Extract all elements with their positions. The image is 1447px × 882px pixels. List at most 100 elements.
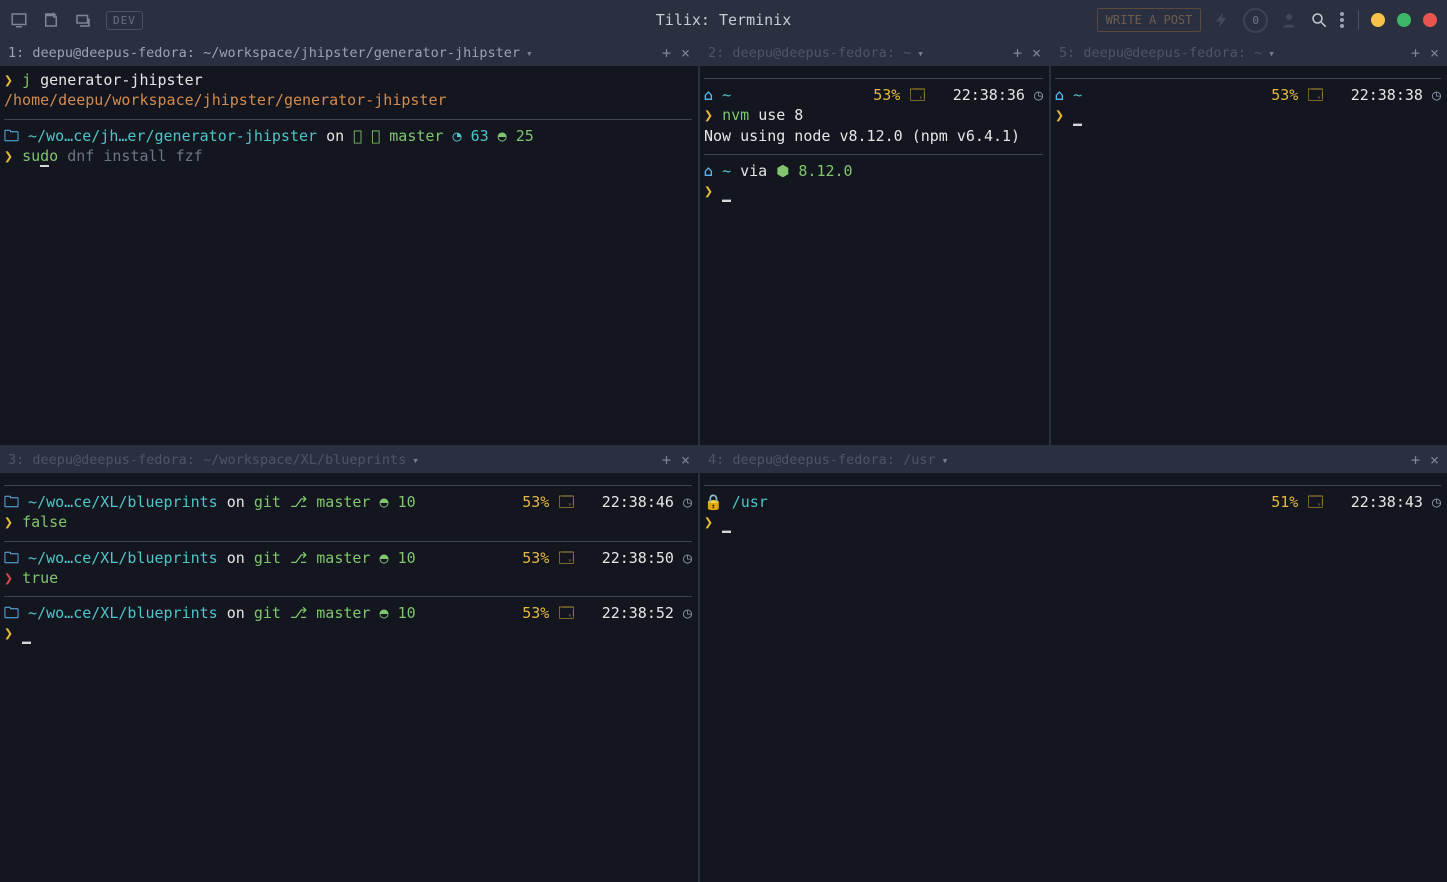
pane3-terminal[interactable]: 53% 🗔 22:38:46 ◷🗀 ~/wo…ce/XL/blueprints … bbox=[0, 473, 698, 882]
git-branch-icon: ⎇ bbox=[290, 549, 307, 567]
clock-icon: ◷ bbox=[683, 493, 692, 511]
menu-icon[interactable] bbox=[1340, 11, 1346, 29]
cursor: d bbox=[40, 147, 49, 167]
battery-icon: 🗔 bbox=[558, 549, 574, 567]
cwd: ~/wo…ce/XL/blueprints bbox=[28, 493, 218, 511]
pane3-tab[interactable]: 3: deepu@deepus-fedora: ~/workspace/XL/b… bbox=[0, 447, 698, 473]
on-label: on bbox=[326, 127, 344, 145]
git-stash: 10 bbox=[398, 604, 416, 622]
node-version: 8.12.0 bbox=[798, 162, 852, 180]
folder-icon: 🗀 bbox=[4, 604, 19, 622]
pane5-terminal[interactable]: 53% 🗔 22:38:38 ◷⌂ ~ ❯ _ bbox=[1051, 66, 1447, 445]
nvm-output: Now using node v8.12.0 (npm v6.4.1) bbox=[704, 127, 1020, 145]
pane2-terminal[interactable]: 53% 🗔 22:38:36 ◷⌂ ~ ❯ nvm use 8 Now usin… bbox=[700, 66, 1049, 445]
clock-icon: ◷ bbox=[1034, 86, 1043, 104]
pane2-tab[interactable]: 2: deepu@deepus-fedora: ~ ▾ + × bbox=[700, 40, 1049, 66]
window-maximize-icon[interactable] bbox=[1397, 13, 1411, 27]
git-branch: master bbox=[316, 604, 370, 622]
chevron-down-icon[interactable]: ▾ bbox=[1268, 47, 1275, 60]
pane3-tab-title: 3: deepu@deepus-fedora: ~/workspace/XL/b… bbox=[8, 452, 406, 468]
git-ahead: 63 bbox=[471, 127, 489, 145]
git-stash: 10 bbox=[398, 493, 416, 511]
pane1-terminal[interactable]: ❯ j generator-jhipster /home/deepu/works… bbox=[0, 66, 698, 445]
pane-add-icon[interactable]: + bbox=[662, 44, 671, 62]
pane-close-icon[interactable]: × bbox=[681, 451, 690, 469]
git-branch-icon: ⎇ bbox=[290, 493, 307, 511]
autojump-output: /home/deepu/workspace/jhipster/generator… bbox=[4, 91, 447, 109]
notification-badge-icon[interactable]: 0 bbox=[1243, 8, 1268, 33]
cursor: _ bbox=[1073, 106, 1082, 126]
dev-badge: DEV bbox=[106, 11, 143, 30]
chevron-down-icon[interactable]: ▾ bbox=[942, 454, 949, 467]
chevron-down-icon[interactable]: ▾ bbox=[917, 47, 924, 60]
new-tab-icon[interactable] bbox=[42, 11, 60, 29]
window-close-icon[interactable] bbox=[1423, 13, 1437, 27]
clock: 22:38:46 bbox=[602, 493, 674, 511]
cwd: /usr bbox=[732, 493, 768, 511]
pane-close-icon[interactable]: × bbox=[681, 44, 690, 62]
terminal-add-icon[interactable] bbox=[10, 11, 28, 29]
sync-icon[interactable] bbox=[74, 11, 92, 29]
pane-close-icon[interactable]: × bbox=[1032, 44, 1041, 62]
titlebar-left-group: DEV bbox=[10, 11, 143, 30]
git-stash: 10 bbox=[398, 549, 416, 567]
git-icon: git bbox=[254, 493, 281, 511]
battery-pct: 53% bbox=[522, 604, 549, 622]
clock: 22:38:43 bbox=[1351, 493, 1423, 511]
chevron-down-icon[interactable]: ▾ bbox=[526, 47, 533, 60]
home-icon: ⌂ bbox=[1055, 86, 1064, 104]
via-label: via bbox=[740, 162, 767, 180]
prompt-separator bbox=[704, 485, 1441, 486]
prompt-separator bbox=[704, 154, 1043, 155]
git-icon: git bbox=[254, 604, 281, 622]
pane-add-icon[interactable]: + bbox=[1013, 44, 1022, 62]
home-icon: ⌂ bbox=[704, 162, 713, 180]
pane4-tab[interactable]: 4: deepu@deepus-fedora: /usr ▾ + × bbox=[700, 447, 1447, 473]
pane5-tab-title: 5: deepu@deepus-fedora: ~ bbox=[1059, 45, 1262, 61]
cwd: ~ bbox=[722, 162, 731, 180]
clock: 22:38:52 bbox=[602, 604, 674, 622]
git-branch-icon: ⎇ bbox=[371, 127, 380, 145]
clock: 22:38:50 bbox=[602, 549, 674, 567]
git-branch: master bbox=[389, 127, 443, 145]
pane4-terminal[interactable]: 51% 🗔 22:38:43 ◷🔒 /usr ❯ _ bbox=[700, 473, 1447, 882]
folder-icon: 🗀 bbox=[4, 493, 19, 511]
pane1-tab-title: 1: deepu@deepus-fedora: ~/workspace/jhip… bbox=[8, 45, 520, 61]
bolt-icon[interactable] bbox=[1213, 11, 1231, 29]
clock-icon: ◷ bbox=[683, 604, 692, 622]
pane-add-icon[interactable]: + bbox=[1411, 451, 1420, 469]
battery-icon: 🗔 bbox=[1307, 86, 1323, 104]
git-branch: master bbox=[316, 549, 370, 567]
titlebar-right-group: WRITE A POST 0 bbox=[1097, 8, 1437, 33]
search-icon[interactable] bbox=[1310, 11, 1328, 29]
clock: 22:38:38 bbox=[1351, 86, 1423, 104]
pane5-tab[interactable]: 5: deepu@deepus-fedora: ~ ▾ + × bbox=[1051, 40, 1447, 66]
battery-pct: 53% bbox=[522, 493, 549, 511]
battery-icon: 🗔 bbox=[1307, 493, 1323, 511]
chevron-down-icon[interactable]: ▾ bbox=[412, 454, 419, 467]
avatar-icon[interactable] bbox=[1280, 11, 1298, 29]
cwd: ~/wo…ce/XL/blueprints bbox=[28, 549, 218, 567]
pane-add-icon[interactable]: + bbox=[1411, 44, 1420, 62]
pane1-tab[interactable]: 1: deepu@deepus-fedora: ~/workspace/jhip… bbox=[0, 40, 698, 66]
battery-icon: 🗔 bbox=[558, 493, 574, 511]
cursor: _ bbox=[722, 182, 731, 202]
cursor: _ bbox=[722, 513, 731, 533]
cmd-args: use 8 bbox=[758, 106, 803, 124]
cmd-suggest: dnf install fzf bbox=[67, 147, 202, 165]
pane-close-icon[interactable]: × bbox=[1430, 44, 1439, 62]
prompt-separator bbox=[4, 596, 692, 597]
on-label: on bbox=[227, 604, 245, 622]
titlebar-divider bbox=[1358, 10, 1359, 30]
on-label: on bbox=[227, 493, 245, 511]
cwd: ~ bbox=[1073, 86, 1082, 104]
cmd-nvm: nvm bbox=[722, 106, 749, 124]
github-icon:  bbox=[353, 127, 362, 145]
window-minimize-icon[interactable] bbox=[1371, 13, 1385, 27]
write-post-button[interactable]: WRITE A POST bbox=[1097, 8, 1202, 32]
pane-add-icon[interactable]: + bbox=[662, 451, 671, 469]
pane-close-icon[interactable]: × bbox=[1430, 451, 1439, 469]
prompt-separator bbox=[4, 119, 692, 120]
git-icon: git bbox=[254, 549, 281, 567]
clock-icon: ◷ bbox=[1432, 493, 1441, 511]
